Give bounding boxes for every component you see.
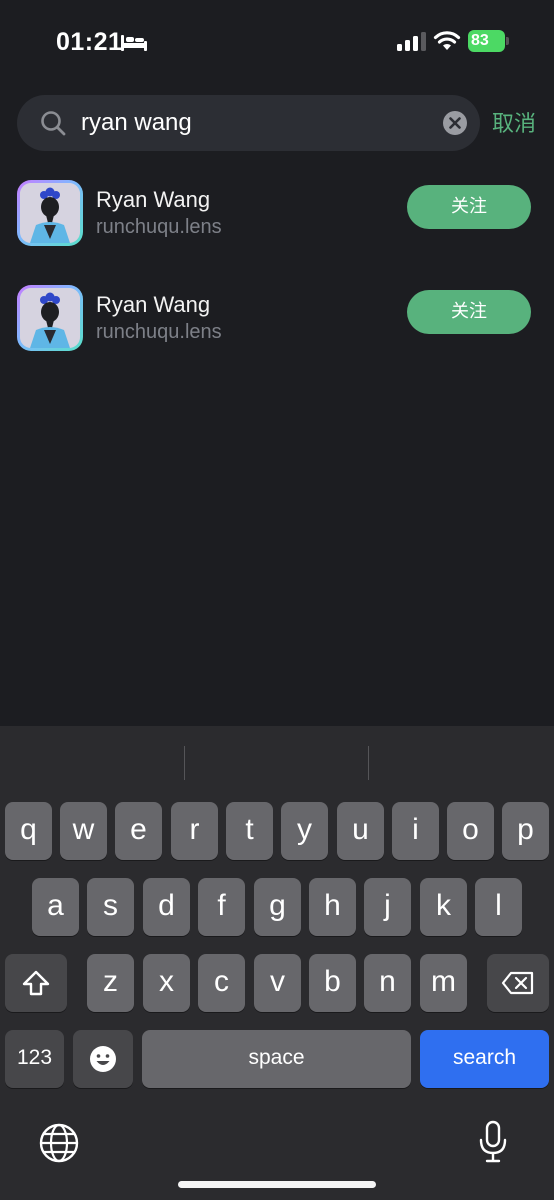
avatar-figure-icon: [20, 288, 80, 348]
backspace-icon: [501, 971, 534, 995]
key-s[interactable]: s: [87, 878, 134, 936]
key-o[interactable]: o: [447, 802, 494, 860]
key-u[interactable]: u: [337, 802, 384, 860]
key-v[interactable]: v: [254, 954, 301, 1012]
numbers-key[interactable]: 123: [5, 1030, 64, 1088]
battery-icon: 83: [468, 30, 510, 52]
emoji-key[interactable]: [73, 1030, 133, 1088]
avatar-figure-icon: [20, 183, 80, 243]
suggestion-divider: [184, 746, 185, 780]
key-m[interactable]: m: [420, 954, 467, 1012]
key-r[interactable]: r: [171, 802, 218, 860]
wifi-icon: [433, 31, 461, 50]
key-b[interactable]: b: [309, 954, 356, 1012]
status-time: 01:21: [56, 28, 123, 56]
search-input[interactable]: [81, 103, 431, 143]
key-l[interactable]: l: [475, 878, 522, 936]
avatar[interactable]: [17, 285, 83, 351]
key-z[interactable]: z: [87, 954, 134, 1012]
key-i[interactable]: i: [392, 802, 439, 860]
key-q[interactable]: q: [5, 802, 52, 860]
key-y[interactable]: y: [281, 802, 328, 860]
home-indicator: [178, 1181, 376, 1188]
globe-icon[interactable]: [38, 1122, 80, 1164]
key-w[interactable]: w: [60, 802, 107, 860]
user-handle: runchuqu.lens: [96, 321, 222, 343]
key-g[interactable]: g: [254, 878, 301, 936]
key-x[interactable]: x: [143, 954, 190, 1012]
shift-key[interactable]: [5, 954, 67, 1012]
clear-search-icon[interactable]: [442, 110, 468, 136]
key-h[interactable]: h: [309, 878, 356, 936]
search-bar[interactable]: [17, 95, 480, 151]
emoji-icon: [90, 1046, 116, 1073]
key-t[interactable]: t: [226, 802, 273, 860]
key-e[interactable]: e: [115, 802, 162, 860]
microphone-icon[interactable]: [476, 1120, 510, 1164]
key-j[interactable]: j: [364, 878, 411, 936]
suggestion-divider: [368, 746, 369, 780]
search-icon: [41, 111, 66, 136]
bed-icon: [121, 35, 147, 51]
search-key[interactable]: search: [420, 1030, 549, 1088]
cellular-signal-icon: [397, 32, 426, 51]
user-name: Ryan Wang: [96, 187, 211, 212]
key-p[interactable]: p: [502, 802, 549, 860]
key-n[interactable]: n: [364, 954, 411, 1012]
key-c[interactable]: c: [198, 954, 245, 1012]
battery-level: 83: [468, 30, 505, 52]
status-bar: 01:21 83: [0, 0, 554, 84]
user-handle: runchuqu.lens: [96, 216, 222, 238]
key-f[interactable]: f: [198, 878, 245, 936]
delete-key[interactable]: [487, 954, 549, 1012]
follow-button[interactable]: 关注: [407, 185, 531, 229]
avatar[interactable]: [17, 180, 83, 246]
user-name: Ryan Wang: [96, 292, 211, 317]
shift-icon: [22, 970, 50, 996]
space-key[interactable]: space: [142, 1030, 411, 1088]
key-d[interactable]: d: [143, 878, 190, 936]
keyboard: q w e r t y u i o p a s d f g h j k l z …: [0, 726, 554, 1200]
key-a[interactable]: a: [32, 878, 79, 936]
cancel-button[interactable]: 取消: [492, 106, 536, 138]
follow-button[interactable]: 关注: [407, 290, 531, 334]
user-result-item[interactable]: Ryan Wang runchuqu.lens 关注: [0, 285, 554, 365]
key-k[interactable]: k: [420, 878, 467, 936]
user-result-item[interactable]: Ryan Wang runchuqu.lens 关注: [0, 180, 554, 260]
